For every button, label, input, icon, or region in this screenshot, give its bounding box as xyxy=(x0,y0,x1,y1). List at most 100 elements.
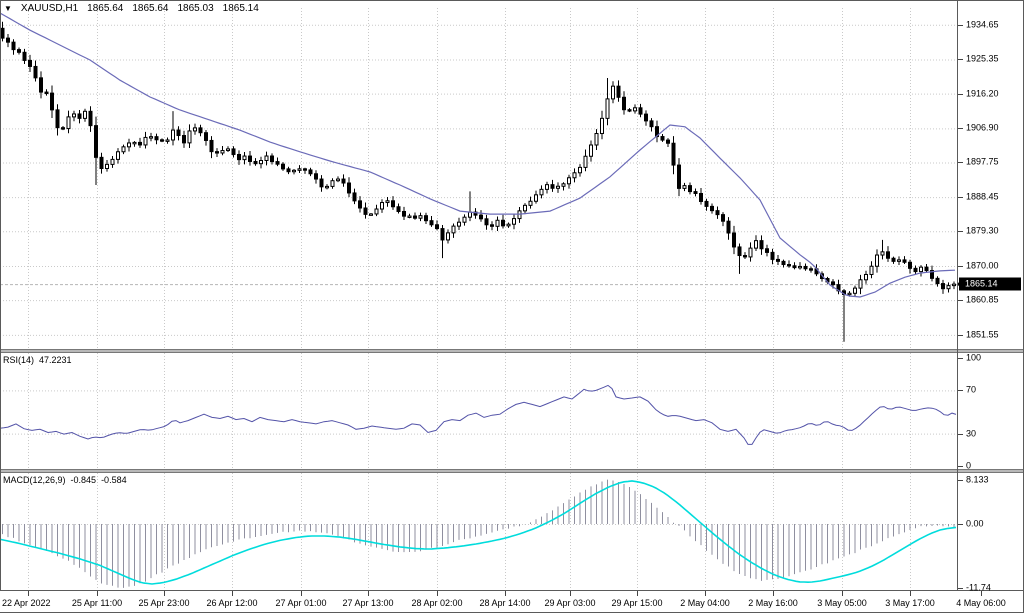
candle-body xyxy=(249,156,252,161)
time-tick-label: 26 Apr 12:00 xyxy=(206,598,257,609)
candle-body xyxy=(337,179,340,181)
candle-body xyxy=(832,282,835,285)
candle-body xyxy=(265,156,268,161)
candle-body xyxy=(78,114,81,118)
candle-body xyxy=(276,162,279,165)
candle-body xyxy=(953,284,956,285)
candle-body xyxy=(480,215,483,219)
price-tick-label: 1925.35 xyxy=(966,54,999,65)
candle-body xyxy=(810,269,813,270)
candle-body xyxy=(562,184,565,186)
macd-signal-value: -0.584 xyxy=(101,475,127,486)
candle-body xyxy=(738,247,741,256)
candle-body xyxy=(29,60,32,66)
candle-body xyxy=(645,114,648,121)
candle-body xyxy=(1,28,4,38)
candle-body xyxy=(760,241,763,249)
candle-body xyxy=(18,50,21,53)
time-tick-label: 27 Apr 01:00 xyxy=(275,598,326,609)
candle-body xyxy=(909,262,912,268)
candle-body xyxy=(793,266,796,268)
current-price-box: 1865.14 xyxy=(959,278,1021,291)
candle-body xyxy=(100,157,103,168)
candle-body xyxy=(683,186,686,189)
time-tick-label: 4 May 06:00 xyxy=(956,598,1006,609)
candle-body xyxy=(298,169,301,171)
candle-body xyxy=(496,220,499,226)
ohlc-low: 1865.03 xyxy=(177,3,213,15)
candle-body xyxy=(628,110,631,111)
macd-tick-label: 0.00 xyxy=(966,519,984,530)
candle-body xyxy=(227,149,230,151)
candle-body xyxy=(936,278,939,283)
candle-body xyxy=(705,201,708,206)
candle-body xyxy=(485,219,488,225)
candle-body xyxy=(782,261,785,264)
candle-body xyxy=(749,248,752,257)
candle-body xyxy=(881,252,884,255)
candle-body xyxy=(172,130,175,140)
candle-body xyxy=(661,137,664,141)
time-tick-label: 27 Apr 13:00 xyxy=(342,598,393,609)
rsi-line xyxy=(0,385,956,444)
candle-body xyxy=(469,212,472,217)
candle-body xyxy=(601,118,604,133)
macd-tick-label: -11.74 xyxy=(966,582,991,593)
candle-body xyxy=(491,225,494,227)
candle-body xyxy=(392,201,395,207)
symbol-dropdown-icon[interactable]: ▼ xyxy=(4,3,12,15)
time-tick-label: 28 Apr 02:00 xyxy=(411,598,462,609)
candle-body xyxy=(106,164,109,168)
candle-body xyxy=(771,252,774,259)
candle-body xyxy=(452,226,455,233)
rsi-tick-label: 100 xyxy=(966,353,981,364)
candle-body xyxy=(524,205,527,211)
candle-body xyxy=(859,280,862,288)
candle-body xyxy=(716,211,719,215)
candle-body xyxy=(447,233,450,240)
candle-body xyxy=(639,108,642,114)
rsi-indicator-name: RSI(14) xyxy=(3,355,34,366)
candle-body xyxy=(848,293,851,294)
time-tick-label: 25 Apr 23:00 xyxy=(138,598,189,609)
candle-body xyxy=(271,156,274,162)
candle-body xyxy=(309,170,312,174)
candle-body xyxy=(326,186,329,187)
candle-body xyxy=(133,142,136,143)
candle-body xyxy=(634,108,637,111)
candle-body xyxy=(73,114,76,117)
candle-body xyxy=(177,130,180,135)
candle-body xyxy=(711,206,714,210)
chart-canvas[interactable] xyxy=(0,0,1024,613)
candle-body xyxy=(150,137,153,138)
candle-body xyxy=(887,252,890,258)
candle-body xyxy=(260,161,263,164)
candle-body xyxy=(606,99,609,118)
candle-body xyxy=(727,221,730,233)
candle-body xyxy=(243,156,246,160)
ohlc-open: 1865.64 xyxy=(87,3,123,15)
candle-body xyxy=(650,121,653,127)
candle-body xyxy=(419,216,422,219)
candle-body xyxy=(331,181,334,187)
candle-body xyxy=(441,229,444,240)
candle-body xyxy=(397,207,400,212)
rsi-indicator-value: 47.2231 xyxy=(39,355,72,366)
time-tick-label: 25 Apr 11:00 xyxy=(72,598,122,609)
candle-body xyxy=(139,142,142,145)
candle-body xyxy=(89,111,92,125)
candle-body xyxy=(788,265,791,266)
candle-body xyxy=(689,186,692,192)
candle-body xyxy=(678,165,681,188)
candle-body xyxy=(722,215,725,222)
candle-body xyxy=(942,284,945,289)
candle-body xyxy=(694,192,697,194)
price-tick-label: 1879.30 xyxy=(966,226,999,237)
mt4-chart-window: ▼ XAUUSD,H1 1865.64 1865.64 1865.03 1865… xyxy=(0,0,1024,613)
candle-body xyxy=(529,201,532,205)
candle-body xyxy=(232,149,235,155)
ohlc-close: 1865.14 xyxy=(223,3,259,15)
rsi-tick-label: 70 xyxy=(966,385,976,396)
rsi-tick-label: 0 xyxy=(966,461,971,472)
chart-header: ▼ XAUUSD,H1 1865.64 1865.64 1865.03 1865… xyxy=(4,3,259,15)
